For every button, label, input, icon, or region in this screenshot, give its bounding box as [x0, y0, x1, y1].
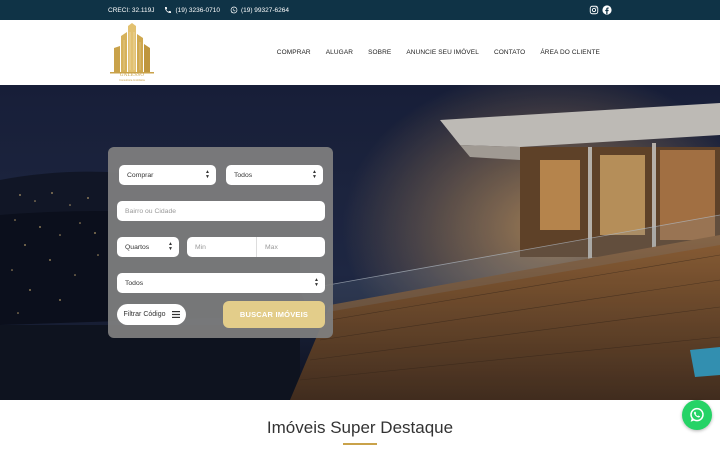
- min-input[interactable]: Min: [187, 237, 256, 257]
- whatsapp-float-button[interactable]: [682, 400, 712, 430]
- logo[interactable]: GALESSO Consultoria Imobiliária: [108, 22, 156, 84]
- category-value: Todos: [125, 279, 144, 287]
- logo-tagline: Consultoria Imobiliária: [119, 79, 145, 82]
- contact-info: CRECI: 32.119J (19) 3236-0710 (19) 99327…: [108, 0, 289, 20]
- phone-number: (19) 3236-0710: [175, 6, 220, 14]
- operation-value: Comprar: [127, 171, 154, 179]
- top-bar: CRECI: 32.119J (19) 3236-0710 (19) 99327…: [0, 0, 720, 20]
- max-placeholder: Max: [265, 243, 278, 251]
- main-nav: COMPRAR ALUGAR SOBRE ANUNCIE SEU IMÓVEL …: [277, 20, 600, 85]
- bedrooms-select[interactable]: Quartos ▲ ▼: [117, 237, 179, 257]
- menu-icon: [171, 311, 180, 318]
- whatsapp-icon: [230, 6, 238, 14]
- type-select[interactable]: Todos ▲ ▼: [226, 165, 323, 185]
- type-value: Todos: [234, 171, 253, 179]
- phone-icon: [165, 7, 172, 13]
- whatsapp-number: (19) 99327-6264: [240, 6, 290, 14]
- category-select[interactable]: Todos ▲ ▼: [117, 273, 325, 293]
- instagram-icon[interactable]: [589, 5, 599, 15]
- max-input[interactable]: Max: [256, 237, 325, 257]
- nav-anuncie[interactable]: ANUNCIE SEU IMÓVEL: [406, 49, 479, 56]
- select-arrows-icon: ▲ ▼: [314, 277, 319, 288]
- filter-code-label: Filtrar Código: [123, 311, 166, 318]
- price-range: Min Max: [187, 237, 325, 257]
- site-header: GALESSO Consultoria Imobiliária COMPRAR …: [0, 20, 720, 85]
- operation-select[interactable]: Comprar ▲ ▼: [119, 165, 216, 185]
- whatsapp-icon: [690, 407, 704, 422]
- search-button[interactable]: BUSCAR IMÓVEIS: [223, 301, 325, 328]
- min-placeholder: Min: [195, 243, 206, 251]
- facebook-icon[interactable]: [602, 5, 612, 15]
- nav-area-cliente[interactable]: ÁREA DO CLIENTE: [540, 49, 600, 56]
- phone-link[interactable]: (19) 3236-0710: [164, 6, 220, 14]
- social-links: [589, 0, 612, 20]
- whatsapp-link[interactable]: (19) 99327-6264: [230, 6, 289, 14]
- creci-text: CRECI: 32.119J: [108, 6, 155, 14]
- filter-code-button[interactable]: Filtrar Código: [117, 304, 186, 325]
- select-arrows-icon: ▲ ▼: [312, 169, 317, 180]
- nav-comprar[interactable]: COMPRAR: [277, 49, 311, 56]
- title-underline: [343, 443, 377, 445]
- location-input[interactable]: Bairro ou Cidade: [117, 201, 325, 221]
- nav-alugar[interactable]: ALUGAR: [326, 49, 353, 56]
- logo-name: GALESSO: [119, 73, 145, 78]
- select-arrows-icon: ▲ ▼: [168, 241, 173, 252]
- nav-contato[interactable]: CONTATO: [494, 49, 525, 56]
- nav-sobre[interactable]: SOBRE: [368, 49, 391, 56]
- bedrooms-value: Quartos: [125, 243, 150, 251]
- featured-title: Imóveis Super Destaque: [266, 418, 454, 437]
- select-arrows-icon: ▲ ▼: [205, 169, 210, 180]
- logo-building-icon: [110, 23, 154, 74]
- location-placeholder: Bairro ou Cidade: [125, 207, 177, 215]
